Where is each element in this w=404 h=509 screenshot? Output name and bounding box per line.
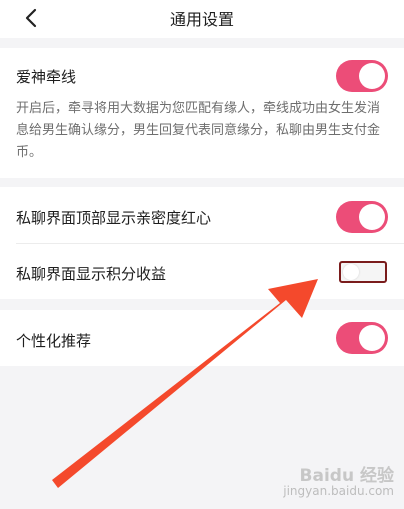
personalized-section: 个性化推荐	[0, 310, 404, 366]
personalized-label: 个性化推荐	[16, 332, 92, 350]
cupid-section: 爱神牵线 开启后，牵寻将用大数据为您匹配有缘人，牵线成功由女生发消息给男生确认缘…	[0, 48, 404, 178]
toggle-knob	[343, 264, 359, 280]
divider	[16, 243, 404, 244]
watermark-url: jingyan.baidu.com	[283, 484, 394, 498]
cupid-label: 爱神牵线	[16, 68, 77, 86]
cupid-toggle[interactable]	[336, 60, 388, 92]
page-title: 通用设置	[169, 10, 234, 29]
cupid-description: 开启后，牵寻将用大数据为您匹配有缘人，牵线成功由女生发消息给男生确认缘分，男生回…	[16, 101, 381, 160]
chat-section: 私聊界面顶部显示亲密度红心 私聊界面显示积分收益	[0, 187, 404, 299]
toggle-knob	[359, 63, 385, 89]
intimacy-heart-toggle[interactable]	[336, 201, 388, 233]
intimacy-heart-label: 私聊界面顶部显示亲密度红心	[16, 209, 212, 227]
toggle-knob	[359, 204, 385, 230]
toggle-knob	[359, 325, 385, 351]
header: 通用设置	[0, 0, 404, 38]
watermark: Baidu 经验 jingyan.baidu.com	[283, 466, 394, 499]
watermark-brand: Baidu 经验	[299, 466, 394, 486]
points-income-toggle[interactable]	[339, 261, 387, 283]
personalized-toggle[interactable]	[336, 322, 388, 354]
points-income-label: 私聊界面显示积分收益	[16, 265, 167, 283]
